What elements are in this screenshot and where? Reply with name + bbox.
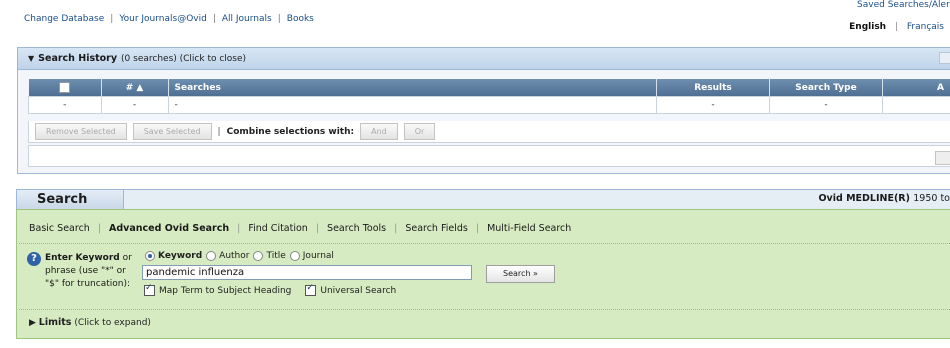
table-header-row: # ▲ Searches Results Search Type A: [28, 79, 950, 97]
radio-title[interactable]: Title: [253, 251, 286, 261]
top-navigation: Change Database | Your Journals@Ovid | A…: [24, 12, 314, 26]
all-journals-link[interactable]: All Journals: [222, 14, 272, 24]
language-english[interactable]: English: [849, 22, 886, 32]
tab-advanced-ovid-search[interactable]: Advanced Ovid Search: [101, 223, 237, 234]
row-actions-cell: [882, 96, 950, 114]
universal-search-checkbox[interactable]: Universal Search: [305, 283, 396, 296]
divider: [19, 309, 950, 310]
search-panel: Basic Search | Advanced Ovid Search | Find…: [16, 209, 950, 339]
row-select-cell: -: [28, 96, 102, 114]
instruction-bold: Enter Keyword: [45, 253, 120, 263]
row-type-cell: -: [769, 96, 883, 114]
search-history-table: # ▲ Searches Results Search Type A - - -…: [28, 79, 950, 114]
radio-button-icon: [289, 251, 300, 261]
history-action-bar: Remove Selected Save Selected | Combine …: [28, 121, 950, 143]
radio-keyword[interactable]: Keyword: [145, 251, 202, 261]
search-input[interactable]: [142, 265, 472, 280]
combine-label: Combine selections with:: [226, 126, 355, 137]
search-options: Map Term to Subject Heading Universal Se…: [144, 283, 410, 296]
search-history-subtitle: (0 searches) (Click to close): [121, 53, 247, 64]
language-switcher: English | Français: [849, 22, 944, 32]
checkbox-checked-icon: [144, 283, 155, 296]
tab-find-citation[interactable]: Find Citation: [240, 223, 316, 234]
select-all-header: [28, 79, 102, 97]
change-database-link[interactable]: Change Database: [24, 14, 104, 24]
query-instructions: Enter Keyword or phrase (use "*" or "$" …: [45, 252, 135, 291]
divider: [19, 243, 950, 244]
search-tab[interactable]: Search: [16, 189, 124, 209]
column-number[interactable]: # ▲: [101, 79, 169, 97]
search-history-header[interactable]: ▼ Search History (0 searches) (Click to …: [18, 48, 950, 70]
combine-or-button[interactable]: Or: [403, 123, 436, 140]
nav-separator: |: [110, 14, 114, 24]
radio-author[interactable]: Author: [206, 251, 249, 261]
books-link[interactable]: Books: [287, 14, 314, 24]
radio-button-icon: [253, 251, 264, 261]
nav-separator: |: [277, 14, 281, 24]
expand-triangle-icon: ▶: [29, 318, 36, 328]
database-range: 1950 to: [913, 193, 950, 204]
row-search-cell: -: [167, 96, 657, 114]
select-all-checkbox[interactable]: [59, 82, 70, 93]
language-french[interactable]: Français: [907, 22, 944, 32]
tab-search-tools[interactable]: Search Tools: [319, 223, 394, 234]
combine-and-button[interactable]: And: [360, 123, 398, 140]
search-history-title: Search History: [38, 53, 118, 64]
search-mode-tabs: Basic Search | Advanced Ovid Search | Find…: [21, 217, 579, 239]
your-journals-link[interactable]: Your Journals@Ovid: [119, 14, 207, 24]
panel-corner-control[interactable]: [939, 52, 950, 64]
collapse-triangle-icon: ▼: [28, 54, 35, 63]
column-searches: Searches: [168, 79, 657, 97]
limits-toggle[interactable]: ▶ Limits (Click to expand): [29, 317, 151, 328]
help-icon[interactable]: ?: [27, 252, 41, 266]
history-footer-button[interactable]: [935, 151, 950, 165]
checkbox-checked-icon: [305, 283, 317, 296]
search-button[interactable]: Search »: [486, 265, 555, 283]
database-label: Ovid MEDLINE(R) 1950 to: [818, 193, 950, 204]
table-row: - - - - -: [28, 96, 950, 114]
tab-multi-field-search[interactable]: Multi-Field Search: [479, 223, 579, 234]
radio-button-icon: [206, 251, 217, 261]
column-actions: A: [882, 79, 950, 97]
database-name: Ovid MEDLINE(R): [818, 193, 910, 204]
field-radio-group: Keyword Author Title Journal: [145, 251, 338, 261]
map-term-checkbox[interactable]: Map Term to Subject Heading: [144, 283, 291, 296]
saved-searches-link[interactable]: Saved Searches/Alerts: [857, 0, 950, 10]
separator: |: [217, 126, 221, 137]
tab-basic-search[interactable]: Basic Search: [21, 223, 98, 234]
column-results: Results: [656, 79, 770, 97]
save-selected-button[interactable]: Save Selected: [132, 123, 212, 140]
radio-button-icon: [145, 251, 155, 261]
nav-separator: |: [212, 14, 216, 24]
row-number-cell: -: [100, 96, 169, 114]
language-separator: |: [894, 22, 899, 32]
search-history-panel: ▼ Search History (0 searches) (Click to …: [17, 47, 950, 174]
column-search-type: Search Type: [769, 79, 883, 97]
limits-label: Limits: [38, 317, 72, 328]
remove-selected-button[interactable]: Remove Selected: [35, 123, 127, 140]
history-footer: [28, 145, 950, 167]
tab-search-fields[interactable]: Search Fields: [397, 223, 476, 234]
row-results-cell: -: [656, 96, 770, 114]
limits-hint: (Click to expand): [74, 318, 151, 328]
radio-journal[interactable]: Journal: [289, 251, 334, 261]
